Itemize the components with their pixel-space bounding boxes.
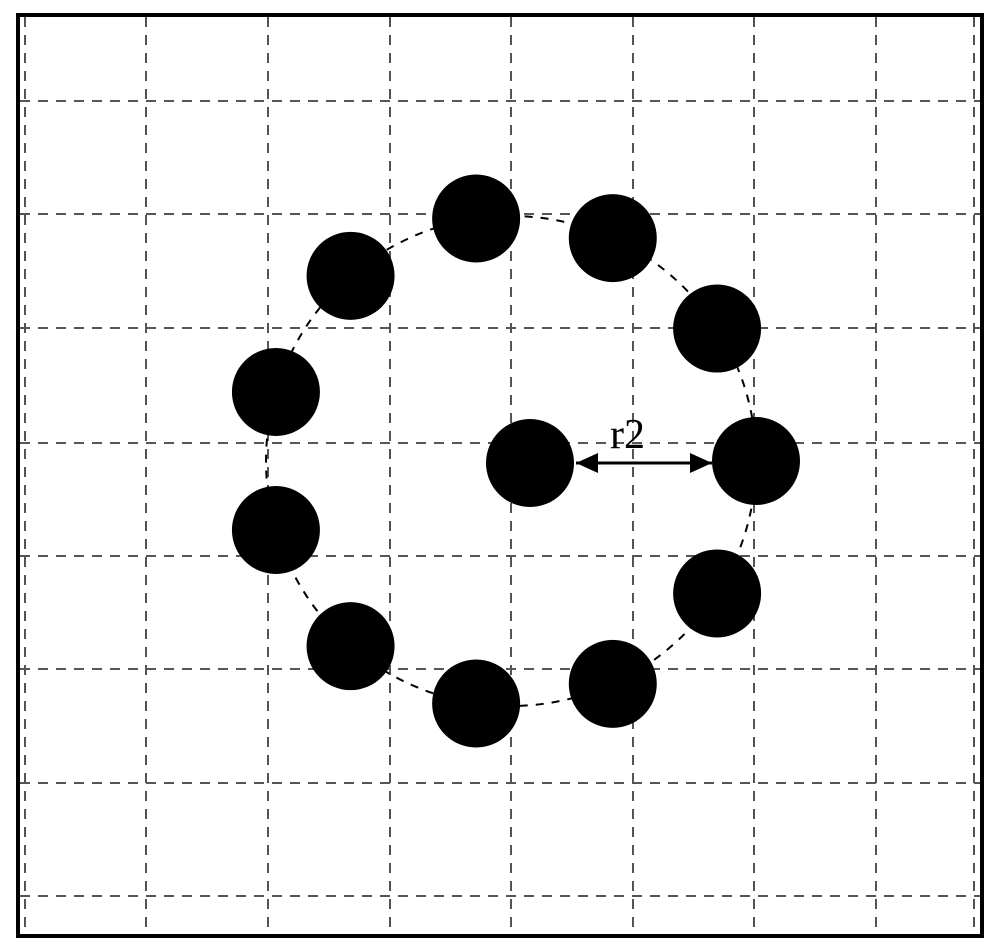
ring-dot: [432, 174, 520, 262]
radius-label: r2: [610, 412, 645, 458]
ring-dot: [569, 194, 657, 282]
ring-dot: [673, 285, 761, 373]
ring-dot: [569, 640, 657, 728]
ring-dot: [673, 549, 761, 637]
center-dot: [486, 419, 574, 507]
ring-dot: [432, 660, 520, 748]
ring-dot: [232, 348, 320, 436]
ring-dot: [232, 486, 320, 574]
ring-dot: [307, 602, 395, 690]
ring-dot: [307, 232, 395, 320]
ring-dot: [712, 417, 800, 505]
